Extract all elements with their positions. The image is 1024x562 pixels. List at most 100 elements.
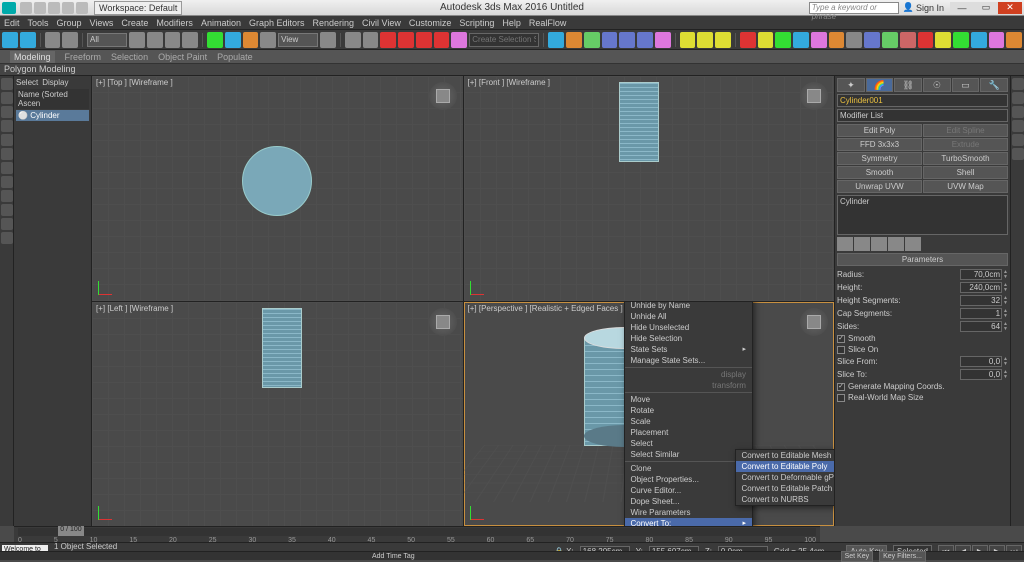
- dock-icon[interactable]: [1, 162, 13, 174]
- schematic-view-icon[interactable]: [637, 32, 653, 48]
- stack-remove-icon[interactable]: [888, 237, 904, 251]
- rf-icon[interactable]: [846, 32, 862, 48]
- sliceon-checkbox[interactable]: [837, 346, 845, 354]
- slicefrom-spinner[interactable]: [960, 356, 1002, 367]
- cylinder-front-geometry[interactable]: [619, 82, 659, 162]
- redo-icon[interactable]: [20, 32, 36, 48]
- menu-tools[interactable]: Tools: [28, 18, 49, 28]
- snap-toggle-icon[interactable]: [380, 32, 396, 48]
- workspace-dropdown[interactable]: Workspace: Default: [94, 1, 182, 15]
- rf-icon[interactable]: [793, 32, 809, 48]
- menu-item-move[interactable]: Move: [625, 394, 752, 405]
- viewport-left[interactable]: [+] [Left ] [Wireframe ]: [92, 302, 463, 527]
- menu-item-convert-to-editable-patch[interactable]: Convert to Editable Patch: [736, 483, 835, 494]
- mod-button-smooth[interactable]: Smooth: [837, 166, 922, 179]
- menu-item-convert-to-editable-mesh[interactable]: Convert to Editable Mesh: [736, 450, 835, 461]
- layer-explorer-icon[interactable]: [584, 32, 600, 48]
- select-rect-icon[interactable]: [165, 32, 181, 48]
- menu-item-unhide-by-name[interactable]: Unhide by Name: [625, 302, 752, 311]
- signin-button[interactable]: 👤 Sign In: [903, 2, 944, 13]
- dock-icon[interactable]: [1012, 92, 1024, 104]
- window-crossing-icon[interactable]: [182, 32, 198, 48]
- manipulate-icon[interactable]: [345, 32, 361, 48]
- menu-realflow[interactable]: RealFlow: [529, 18, 567, 28]
- panel-tab-utilities[interactable]: 🔧: [980, 78, 1008, 92]
- stack-config-icon[interactable]: [905, 237, 921, 251]
- cylinder-left-geometry[interactable]: [262, 308, 302, 388]
- radius-spinner[interactable]: [960, 269, 1002, 280]
- dock-icon[interactable]: [1012, 106, 1024, 118]
- rf-icon[interactable]: [882, 32, 898, 48]
- scale-gizmo-icon[interactable]: [243, 32, 259, 48]
- named-selection-input[interactable]: [469, 33, 539, 47]
- scene-tab-display[interactable]: Display: [42, 78, 68, 87]
- menu-item-wire-parameters[interactable]: Wire Parameters: [625, 507, 752, 518]
- dock-icon[interactable]: [1, 218, 13, 230]
- rf-icon[interactable]: [953, 32, 969, 48]
- mod-button-edit-spline[interactable]: Edit Spline: [923, 124, 1008, 137]
- ribbon-tab-modeling[interactable]: Modeling: [10, 51, 55, 63]
- panel-tab-motion[interactable]: ☉: [923, 78, 951, 92]
- dock-icon[interactable]: [1, 176, 13, 188]
- add-time-tag[interactable]: Add Time Tag: [372, 553, 415, 560]
- stack-show-icon[interactable]: [854, 237, 870, 251]
- pivot-icon[interactable]: [320, 32, 336, 48]
- stack-pin-icon[interactable]: [837, 237, 853, 251]
- mod-button-symmetry[interactable]: Symmetry: [837, 152, 922, 165]
- rf-icon[interactable]: [864, 32, 880, 48]
- mirror-icon[interactable]: [548, 32, 564, 48]
- menu-rendering[interactable]: Rendering: [313, 18, 355, 28]
- dock-icon[interactable]: [1, 120, 13, 132]
- angle-snap-icon[interactable]: [398, 32, 414, 48]
- dock-icon[interactable]: [1, 190, 13, 202]
- cseg-spinner[interactable]: [960, 308, 1002, 319]
- menu-item-convert-to-editable-poly[interactable]: Convert to Editable Poly: [736, 461, 835, 472]
- menu-customize[interactable]: Customize: [409, 18, 452, 28]
- rf-icon[interactable]: [935, 32, 951, 48]
- ribbon-tab-freeform[interactable]: Freeform: [65, 52, 102, 62]
- menu-item-manage-state-sets-[interactable]: Manage State Sets...: [625, 355, 752, 366]
- selection-filter-dropdown[interactable]: All: [87, 33, 127, 47]
- smooth-checkbox[interactable]: ✓: [837, 335, 845, 343]
- modifier-stack[interactable]: Cylinder: [837, 195, 1008, 235]
- polygon-modeling-panel[interactable]: Polygon Modeling: [0, 64, 1024, 76]
- rotate-gizmo-icon[interactable]: [225, 32, 241, 48]
- menu-item-curve-editor-[interactable]: Curve Editor...: [625, 485, 752, 496]
- viewport-label[interactable]: [+] [Left ] [Wireframe ]: [96, 304, 173, 313]
- menu-item-state-sets[interactable]: State Sets: [625, 344, 752, 355]
- genmap-checkbox[interactable]: ✓: [837, 383, 845, 391]
- undo-icon[interactable]: [2, 32, 18, 48]
- mod-button-shell[interactable]: Shell: [923, 166, 1008, 179]
- menu-animation[interactable]: Animation: [201, 18, 241, 28]
- height-spinner[interactable]: [960, 282, 1002, 293]
- sides-spinner[interactable]: [960, 321, 1002, 332]
- mod-button-edit-poly[interactable]: Edit Poly: [837, 124, 922, 137]
- mod-button-uvw-map[interactable]: UVW Map: [923, 180, 1008, 193]
- viewport-label[interactable]: [+] [Top ] [Wireframe ]: [96, 78, 173, 87]
- panel-tab-hierarchy[interactable]: ⛓: [894, 78, 922, 92]
- dock-icon[interactable]: [1012, 78, 1024, 90]
- qat-icon[interactable]: [34, 2, 46, 14]
- rf-icon[interactable]: [918, 32, 934, 48]
- help-search-input[interactable]: Type a keyword or phrase: [809, 2, 899, 14]
- viewport-front[interactable]: [+] [Front ] [Wireframe ]: [464, 76, 835, 301]
- qat-icon[interactable]: [62, 2, 74, 14]
- menu-item-select[interactable]: Select: [625, 438, 752, 449]
- parameters-rollup[interactable]: Parameters: [837, 253, 1008, 266]
- viewport-label[interactable]: [+] [Perspective ] [Realistic + Edged Fa…: [468, 304, 623, 313]
- qat-icon[interactable]: [76, 2, 88, 14]
- dock-icon[interactable]: [1, 92, 13, 104]
- stack-unique-icon[interactable]: [871, 237, 887, 251]
- mod-button-ffd-3x3x3[interactable]: FFD 3x3x3: [837, 138, 922, 151]
- menu-item-hide-unselected[interactable]: Hide Unselected: [625, 322, 752, 333]
- align-icon[interactable]: [566, 32, 582, 48]
- minimize-button[interactable]: —: [950, 2, 974, 14]
- ref-coord-dropdown[interactable]: View: [278, 33, 318, 47]
- time-marker[interactable]: 0 / 100: [58, 526, 84, 536]
- percent-snap-icon[interactable]: [416, 32, 432, 48]
- menu-item-scale[interactable]: Scale: [625, 416, 752, 427]
- modifier-list-dropdown[interactable]: Modifier List: [837, 109, 1008, 122]
- menu-create[interactable]: Create: [121, 18, 148, 28]
- maximize-button[interactable]: ▭: [974, 2, 998, 14]
- material-editor-icon[interactable]: [655, 32, 671, 48]
